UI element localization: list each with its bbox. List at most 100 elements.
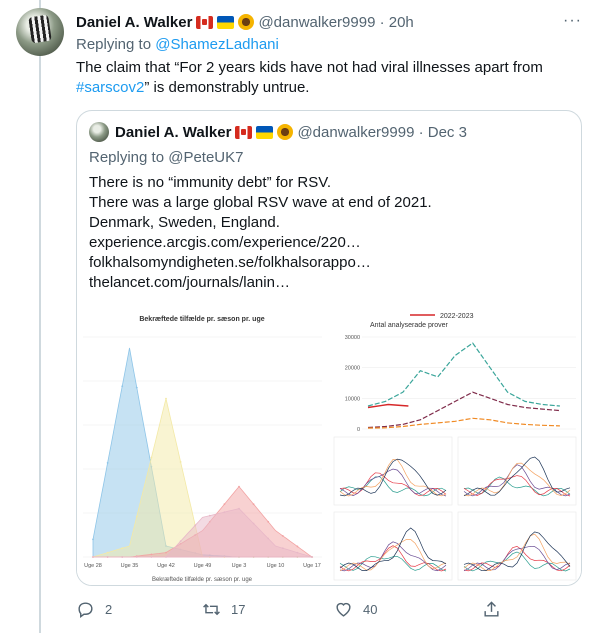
series-line — [367, 403, 409, 409]
data-point — [121, 547, 124, 550]
data-point — [92, 556, 94, 558]
chart-image-sweden-england[interactable]: 2022-2023 Antal analyserade prover 30000… — [330, 307, 581, 585]
left-chart-ticks: Uge 28 Uge 35 Uge 42 Uge 49 Uge 3 Uge 10 Uge 1… — [84, 563, 321, 569]
sunflower-icon — [277, 124, 294, 140]
replying-to-link[interactable]: @ShamezLadhani — [155, 36, 279, 53]
like-button[interactable]: 40 — [334, 600, 377, 619]
tweet-actions: 2 17 40 — [76, 600, 582, 624]
data-point — [296, 551, 299, 554]
share-icon — [484, 601, 499, 617]
series-line — [367, 391, 560, 429]
retweet-count: 17 — [231, 602, 246, 617]
data-point — [150, 556, 153, 558]
y-tick-label: 20000 — [345, 366, 360, 372]
right-chart-grid: 30000 20000 10000 0 — [345, 335, 576, 433]
ukraine-flag-icon — [256, 125, 274, 139]
data-point — [106, 556, 109, 558]
data-point — [252, 503, 255, 506]
tweet: Daniel A. Walker @danwalker9999 · 20h ··… — [76, 10, 582, 98]
data-point — [165, 551, 167, 554]
quoted-author-name: Daniel A. Walker — [115, 123, 232, 141]
quoted-link[interactable]: folkhalsomyndigheten.se/folkhalsorappo… — [89, 253, 569, 273]
reply-count: 2 — [105, 602, 113, 617]
quoted-avatar — [89, 122, 109, 142]
data-point — [252, 522, 255, 525]
data-point — [223, 503, 226, 506]
y-tick-label: 10000 — [345, 396, 360, 402]
quoted-link[interactable]: experience.arcgis.com/experience/220… — [89, 233, 569, 253]
retweet-icon — [203, 603, 220, 616]
data-point — [165, 397, 167, 400]
media-grid: Bekræftede tilfælde pr. sæson pr. uge Ug… — [77, 307, 581, 585]
left-chart-xlabel: Bekræftede tilfælde pr. sæson pr. uge — [152, 577, 253, 583]
tweet-text-part2: ” is demonstrably untrue. — [144, 79, 310, 96]
data-point — [281, 547, 284, 550]
avatar[interactable] — [16, 8, 64, 56]
tweet-text: The claim that “For 2 years kids have no… — [76, 58, 582, 98]
more-options-icon[interactable]: ··· — [563, 12, 582, 30]
data-point — [311, 556, 313, 558]
quoted-tweet-header: Daniel A. Walker @danwalker9999 · Dec 3 — [77, 111, 581, 143]
sunflower-icon — [238, 14, 255, 30]
right-chart-legend: 2022-2023 — [440, 313, 474, 320]
data-point — [135, 386, 138, 389]
reply-icon — [78, 602, 93, 619]
quoted-link[interactable]: thelancet.com/journals/lanin… — [89, 273, 569, 293]
heart-icon — [336, 602, 351, 617]
data-point — [179, 461, 182, 463]
data-point — [150, 456, 153, 459]
data-point — [267, 520, 270, 523]
data-point — [223, 511, 226, 514]
data-point — [121, 556, 124, 558]
data-point — [92, 538, 94, 541]
data-point — [135, 515, 138, 518]
thread-connector-line — [39, 0, 41, 633]
quoted-line: There was a large global RSV wave at end… — [89, 194, 432, 211]
quoted-replying-to: Replying to @PeteUK7 — [89, 149, 244, 166]
x-tick-label: Uge 17 — [303, 563, 321, 569]
like-count: 40 — [363, 602, 378, 617]
data-point — [106, 461, 109, 464]
quoted-tweet[interactable]: Daniel A. Walker @danwalker9999 · Dec 3 … — [76, 110, 582, 586]
x-tick-label: Uge 49 — [194, 563, 212, 569]
chart-image-denmark[interactable]: Bekræftede tilfælde pr. sæson pr. uge Ug… — [77, 307, 328, 585]
data-point — [194, 524, 197, 527]
ukraine-flag-icon — [217, 15, 235, 29]
share-button[interactable] — [482, 600, 511, 619]
retweet-button[interactable]: 17 — [202, 600, 245, 619]
x-tick-label: Uge 35 — [121, 563, 139, 569]
author-handle-time[interactable]: @danwalker9999 · 20h — [258, 14, 413, 31]
canada-flag-icon — [235, 125, 253, 139]
x-tick-label: Uge 10 — [267, 563, 285, 569]
quoted-handle-time: @danwalker9999 · Dec 3 — [297, 123, 467, 141]
tweet-header: Daniel A. Walker @danwalker9999 · 20h ··… — [76, 10, 582, 34]
quoted-line: Denmark, Sweden, England. — [89, 214, 280, 231]
author-name[interactable]: Daniel A. Walker — [76, 14, 192, 31]
replying-prefix: Replying to — [76, 36, 156, 53]
data-point — [281, 534, 284, 537]
y-tick-label: 30000 — [345, 335, 360, 341]
data-point — [267, 537, 270, 540]
hashtag-link[interactable]: #sarscov2 — [76, 79, 144, 96]
canada-flag-icon — [196, 15, 214, 29]
small-multiples-panels — [333, 436, 577, 581]
replying-to: Replying to @ShamezLadhani — [76, 36, 582, 56]
data-point — [106, 551, 109, 554]
data-point — [150, 553, 153, 556]
quoted-tweet-text: There is no “immunity debt” for RSV. The… — [77, 167, 581, 293]
quoted-line: There is no “immunity debt” for RSV. — [89, 174, 332, 191]
reply-button[interactable]: 2 — [76, 600, 112, 619]
left-chart-title: Bekræftede tilfælde pr. sæson pr. uge — [139, 316, 264, 323]
left-chart-areas — [92, 347, 314, 558]
data-point — [238, 507, 240, 510]
x-tick-label: Uge 3 — [232, 563, 247, 569]
data-point — [296, 545, 299, 548]
sweden-england-rsv-chart: 2022-2023 Antal analyserade prover 30000… — [333, 313, 577, 581]
right-chart-title: Antal analyserade prover — [370, 322, 448, 329]
right-chart-lines — [367, 342, 560, 429]
x-tick-label: Uge 42 — [157, 563, 175, 569]
data-point — [238, 485, 240, 488]
tweet-text-part1: The claim that “For 2 years kids have no… — [76, 59, 543, 76]
data-point — [121, 385, 124, 388]
data-point — [208, 514, 211, 517]
